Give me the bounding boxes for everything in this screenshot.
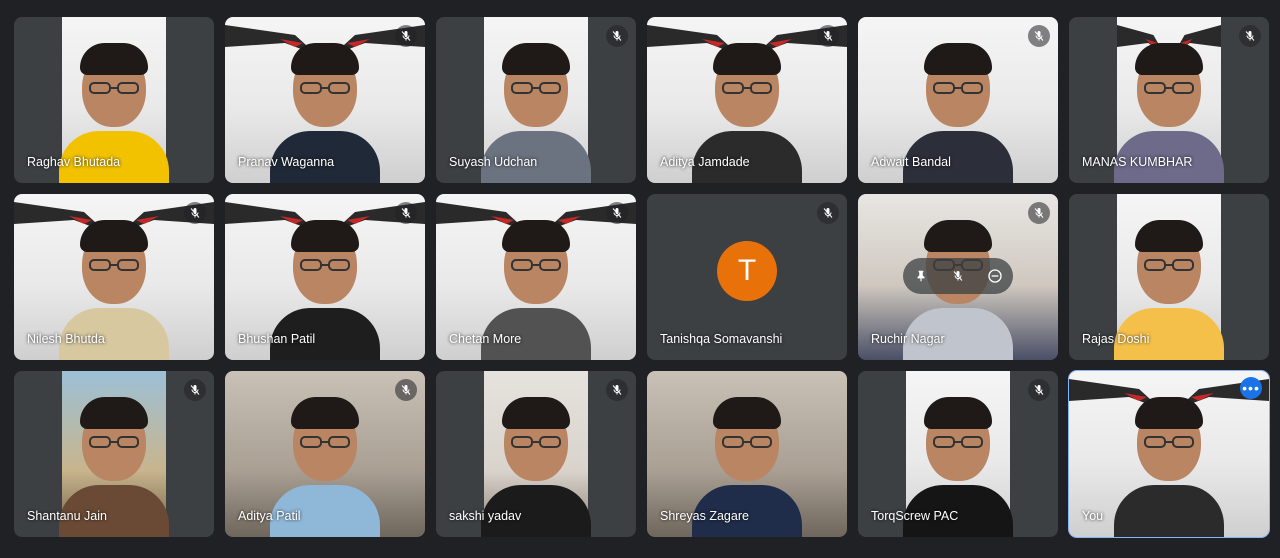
participant-tile[interactable]: T Tanishqa Somavanshi — [647, 194, 847, 360]
mic-off-icon — [1028, 25, 1050, 47]
participant-tile[interactable]: TorqScrew PAC — [858, 371, 1058, 537]
more-options-icon[interactable]: ••• — [1240, 377, 1262, 399]
remove-icon[interactable] — [982, 263, 1008, 289]
participant-tile[interactable]: Rajas Doshi — [1069, 194, 1269, 360]
participant-tile[interactable]: Pranav Waganna — [225, 17, 425, 183]
mic-off-icon — [1239, 25, 1261, 47]
mic-off-icon — [1028, 202, 1050, 224]
participant-tile[interactable]: Suyash Udchan — [436, 17, 636, 183]
participant-tile[interactable]: ••• You — [1068, 370, 1270, 538]
participant-name: Shantanu Jain — [27, 509, 107, 523]
participant-tile[interactable]: Aditya Patil — [225, 371, 425, 537]
participant-name: TorqScrew PAC — [871, 509, 959, 523]
participant-name: You — [1082, 509, 1104, 523]
mic-off-icon — [1028, 379, 1050, 401]
mic-off-icon — [395, 202, 417, 224]
participant-name: Aditya Jamdade — [660, 155, 750, 169]
participant-tile[interactable]: sakshi yadav — [436, 371, 636, 537]
mic-off-icon — [184, 379, 206, 401]
participant-name: Bhushan Patil — [238, 332, 316, 346]
participant-tile[interactable]: Shantanu Jain — [14, 371, 214, 537]
mic-off-icon — [817, 202, 839, 224]
mic-off-icon — [606, 202, 628, 224]
participant-tile[interactable]: Ruchir Nagar — [858, 194, 1058, 360]
participant-name: Rajas Doshi — [1082, 332, 1150, 346]
pin-icon[interactable] — [908, 263, 934, 289]
participant-figure — [1114, 387, 1224, 537]
participant-name: Nilesh Bhutda — [27, 332, 105, 346]
participant-name: Chetan More — [449, 332, 522, 346]
participant-tile[interactable]: MANAS KUMBHAR — [1069, 17, 1269, 183]
mic-off-icon[interactable] — [945, 263, 971, 289]
participant-name: MANAS KUMBHAR — [1082, 155, 1193, 169]
participant-name: Suyash Udchan — [449, 155, 538, 169]
mic-off-icon — [817, 25, 839, 47]
participant-name: Tanishqa Somavanshi — [660, 332, 783, 346]
tile-hover-controls — [903, 258, 1013, 294]
participant-tile[interactable]: Aditya Jamdade — [647, 17, 847, 183]
participant-name: Shreyas Zagare — [660, 509, 749, 523]
participant-tile[interactable]: Nilesh Bhutda — [14, 194, 214, 360]
mic-off-icon — [606, 25, 628, 47]
mic-off-icon — [395, 25, 417, 47]
mic-off-icon — [395, 379, 417, 401]
participant-name: Adwait Bandal — [871, 155, 951, 169]
mic-off-icon — [184, 202, 206, 224]
participant-tile[interactable]: Adwait Bandal — [858, 17, 1058, 183]
participant-grid: Raghav Bhutada Pranav Waganna Suyash Udch… — [14, 17, 1270, 538]
participant-name: Raghav Bhutada — [27, 155, 121, 169]
mic-off-icon — [606, 379, 628, 401]
participant-name: Pranav Waganna — [238, 155, 335, 169]
participant-avatar: T — [717, 241, 777, 301]
participant-tile[interactable]: Shreyas Zagare — [647, 371, 847, 537]
participant-name: Ruchir Nagar — [871, 332, 945, 346]
participant-tile[interactable]: Chetan More — [436, 194, 636, 360]
participant-tile[interactable]: Raghav Bhutada — [14, 17, 214, 183]
participant-tile[interactable]: Bhushan Patil — [225, 194, 425, 360]
participant-name: Aditya Patil — [238, 509, 301, 523]
participant-name: sakshi yadav — [449, 509, 522, 523]
